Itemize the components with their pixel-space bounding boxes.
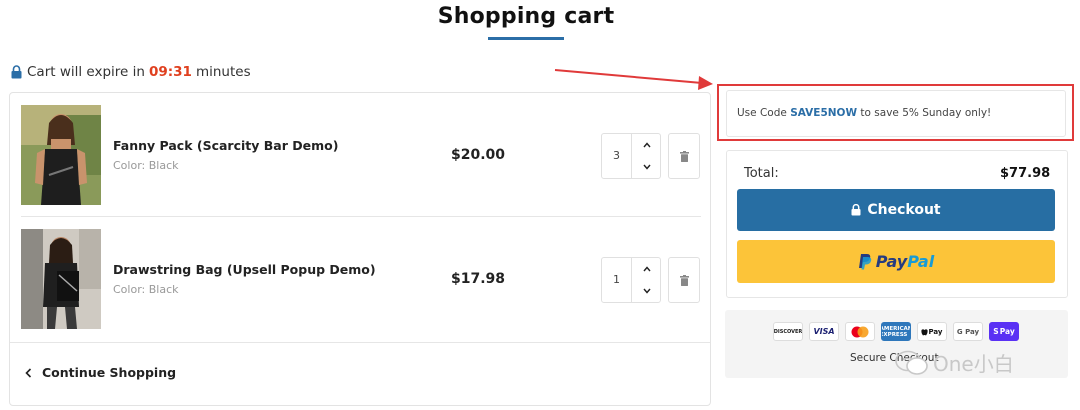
product-name[interactable]: Fanny Pack (Scarcity Bar Demo) <box>113 138 338 153</box>
quantity-increase-button[interactable] <box>632 134 661 156</box>
quantity-increase-button[interactable] <box>632 258 661 280</box>
cart-footer-divider <box>10 342 710 343</box>
checkout-label: Checkout <box>867 202 941 218</box>
product-image[interactable] <box>21 105 101 205</box>
watermark: One小白 <box>895 348 1014 377</box>
promo-text: Use Code SAVE5NOW to save 5% Sunday only… <box>737 107 991 119</box>
quantity-stepper: 3 <box>601 133 661 179</box>
expiry-prefix: Cart will expire in <box>27 64 145 80</box>
cart-item: Fanny Pack (Scarcity Bar Demo) Color: Bl… <box>21 105 701 205</box>
shop-pay-icon: S Pay <box>989 322 1019 341</box>
item-divider <box>21 216 701 217</box>
payment-icons: DISCOVER VISA AMERICAN EXPRESS Pay G Pay… <box>773 322 1019 341</box>
expiry-suffix: minutes <box>195 64 251 80</box>
checkout-button[interactable]: Checkout <box>737 189 1055 231</box>
promo-suffix: to save 5% Sunday only! <box>860 107 992 119</box>
quantity-decrease-button[interactable] <box>632 156 661 178</box>
title-underline <box>488 37 564 40</box>
quantity-decrease-button[interactable] <box>632 280 661 302</box>
product-variant: Color: Black <box>113 159 179 172</box>
remove-item-button[interactable] <box>668 133 700 179</box>
paypal-button[interactable]: Pay Pal <box>737 240 1055 283</box>
total-value: $77.98 <box>1000 166 1051 181</box>
product-name[interactable]: Drawstring Bag (Upsell Popup Demo) <box>113 262 376 277</box>
apple-pay-icon: Pay <box>917 322 947 341</box>
product-price: $20.00 <box>451 147 506 163</box>
cart-item: Drawstring Bag (Upsell Popup Demo) Color… <box>21 229 701 329</box>
cart-items-panel: Fanny Pack (Scarcity Bar Demo) Color: Bl… <box>9 92 711 406</box>
lock-icon <box>851 204 861 216</box>
amex-icon: AMERICAN EXPRESS <box>881 322 911 341</box>
chevron-up-icon <box>642 266 651 272</box>
quantity-stepper: 1 <box>601 257 661 303</box>
lock-icon <box>11 65 22 79</box>
paypal-pay-text: Pay <box>875 252 908 271</box>
remove-item-button[interactable] <box>668 257 700 303</box>
quantity-input[interactable]: 1 <box>602 258 632 302</box>
continue-shopping-label: Continue Shopping <box>42 365 177 380</box>
paypal-logo-icon <box>858 254 872 270</box>
chevron-down-icon <box>642 288 651 294</box>
trash-icon <box>679 274 689 286</box>
expiry-timer: 09:31 <box>148 64 192 80</box>
continue-shopping-link[interactable]: Continue Shopping <box>25 365 176 380</box>
wechat-icon <box>895 350 928 375</box>
promo-code: SAVE5NOW <box>790 107 858 119</box>
chevron-left-icon <box>25 367 32 378</box>
watermark-text: One小白 <box>933 352 1014 376</box>
trash-icon <box>679 150 689 162</box>
page-title: Shopping cart <box>437 4 615 29</box>
total-label: Total: <box>744 166 779 181</box>
chevron-down-icon <box>642 164 651 170</box>
mastercard-icon <box>845 322 875 341</box>
visa-icon: VISA <box>809 322 839 341</box>
chevron-up-icon <box>642 142 651 148</box>
discover-icon: DISCOVER <box>773 322 803 341</box>
google-pay-icon: G Pay <box>953 322 983 341</box>
annotation-arrow <box>554 69 713 90</box>
paypal-pal-text: Pal <box>907 252 935 271</box>
product-image[interactable] <box>21 229 101 329</box>
cart-expiry-notice: Cart will expire in 09:31 minutes <box>11 64 251 80</box>
promo-prefix: Use Code <box>737 107 787 119</box>
product-price: $17.98 <box>451 271 506 287</box>
product-variant: Color: Black <box>113 283 179 296</box>
quantity-input[interactable]: 3 <box>602 134 632 178</box>
